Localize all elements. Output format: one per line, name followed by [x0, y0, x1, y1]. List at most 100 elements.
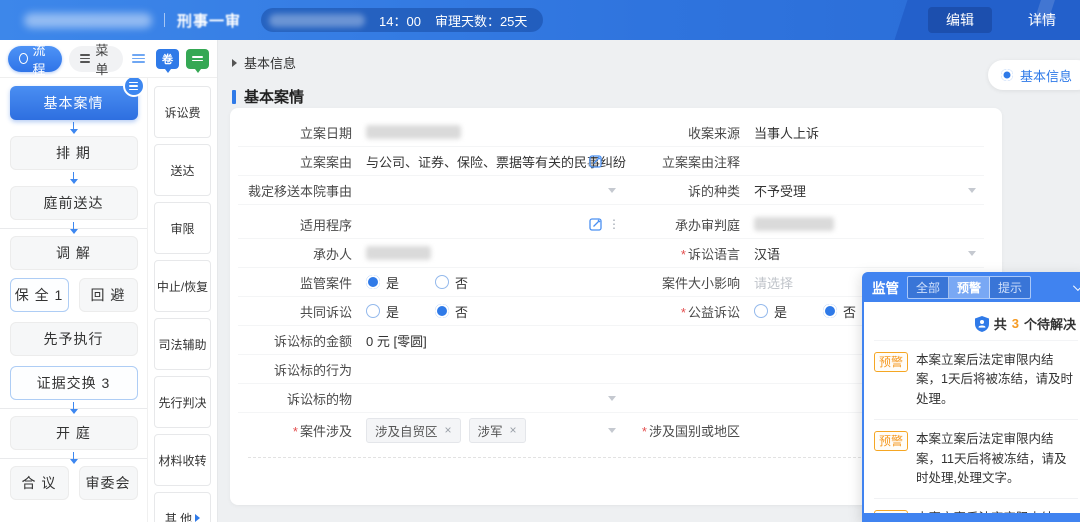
language-select[interactable]: 汉语 — [754, 244, 984, 263]
dropdown-caret-icon — [608, 428, 616, 433]
process-icon — [19, 53, 28, 64]
menu-item-suspend-resume[interactable]: 中止/恢复 — [154, 260, 211, 312]
form-row: 立案日期 收案来源 当事人上诉 — [238, 118, 984, 147]
trial-court-label: 承办审判庭 — [620, 215, 754, 234]
menu-item-material-transfer[interactable]: 材料收转 — [154, 434, 211, 486]
menu-item-other[interactable]: 其 他 — [154, 492, 211, 522]
radio-yes[interactable]: 是 — [366, 302, 399, 321]
country-region-label: *涉及国别或地区 — [620, 421, 754, 440]
filing-cause-value: 与公司、证券、保险、票据等有关的民事纠纷 — [366, 152, 626, 171]
dropdown-caret-icon — [608, 188, 616, 193]
tab-process-label: 流程 — [33, 40, 52, 78]
menu-item-trial-limit[interactable]: 审限 — [154, 202, 211, 254]
flow-node-basic-case[interactable]: 基本案情 — [10, 86, 138, 120]
hearing-time: 14：00 — [379, 11, 421, 30]
tag-military[interactable]: 涉军× — [469, 418, 526, 443]
case-source-label: 收案来源 — [620, 123, 754, 142]
section-header: 基本案情 — [232, 86, 1080, 107]
supervision-tabs: 全部 预警 提示 — [907, 276, 1031, 299]
tab-menu[interactable]: 菜单 — [69, 46, 123, 72]
language-label: *诉讼语言 — [620, 244, 754, 263]
workflow-icon[interactable] — [186, 49, 209, 69]
radio-yes[interactable]: 是 — [366, 273, 399, 292]
flow-node-evidence-exchange[interactable]: 证据交换 3 — [10, 366, 138, 400]
more-options-icon[interactable]: ⋮ — [608, 154, 620, 168]
tab-process[interactable]: 流程 — [8, 46, 62, 72]
menu-list-icon — [80, 54, 90, 63]
pill-redacted-text — [269, 14, 365, 27]
menu-item-delivery[interactable]: 送达 — [154, 144, 211, 196]
subject-amount-label: 诉讼标的金额 — [238, 331, 366, 350]
sidebar-header: 流程 菜单 卷 — [0, 40, 217, 78]
radio-selected-icon — [366, 275, 380, 289]
suit-type-select[interactable]: 不予受理 — [754, 181, 984, 200]
language-value: 汉语 — [754, 244, 780, 263]
flow-node-recusal[interactable]: 回 避 — [79, 278, 138, 312]
shield-icon — [975, 316, 989, 332]
required-mark: * — [642, 424, 647, 439]
edit-icon[interactable] — [589, 154, 603, 168]
menu-item-judicial-assist[interactable]: 司法辅助 — [154, 318, 211, 370]
tag-close-icon[interactable]: × — [510, 423, 517, 437]
tag-close-icon[interactable]: × — [445, 423, 452, 437]
filing-date-value-redacted — [366, 125, 461, 139]
flow-node-label: 审委会 — [86, 473, 131, 493]
tab-all[interactable]: 全部 — [908, 277, 949, 298]
menu-item-label: 中止/恢复 — [157, 278, 208, 295]
form-row: 立案案由 与公司、证券、保险、票据等有关的民事纠纷 ⋮ 立案案由注释 — [238, 147, 984, 176]
pending-count: 3 — [1012, 316, 1019, 331]
radio-yes[interactable]: 是 — [754, 302, 787, 321]
warning-alert[interactable]: 预警 本案立案后法定审限内结案，11天后将被冻结，请及时处理,处理文字。 — [874, 499, 1078, 513]
flow-node-scheduling[interactable]: 排 期 — [10, 136, 138, 170]
trial-status-pill: 14：00 审理天数：25天 — [261, 8, 543, 32]
flow-node-preservation[interactable]: 保 全 1 — [10, 278, 69, 312]
warning-alert[interactable]: 预警 本案立案后法定审限内结案，11天后将被冻结，请及时处理,处理文字。 — [874, 420, 1078, 499]
tab-warning[interactable]: 预警 — [949, 277, 990, 298]
flow-chart: 基本案情 排 期 庭前送达 调 解 保 全 1 回 避 先予执行 证据交换 3 — [0, 78, 148, 522]
menu-item-label: 先行判决 — [158, 394, 206, 411]
supervised-case-label: 监管案件 — [238, 273, 366, 292]
dropdown-caret-icon — [968, 188, 976, 193]
detail-button[interactable]: 详情 — [1028, 10, 1056, 30]
flow-node-mediation[interactable]: 调 解 — [10, 236, 138, 270]
warning-alert[interactable]: 预警 本案立案后法定审限内结案，1天后将被冻结，请及时处理。 — [874, 341, 1078, 420]
select-placeholder: 请选择 — [754, 273, 793, 292]
warning-text: 本案立案后法定审限内结案，1天后将被冻结，请及时处理。 — [916, 351, 1078, 409]
flow-node-label: 排 期 — [56, 143, 91, 163]
expand-arrow-icon — [195, 514, 200, 522]
edit-icon[interactable] — [589, 217, 603, 231]
tab-tip[interactable]: 提示 — [990, 277, 1030, 298]
warning-badge: 预警 — [874, 431, 908, 451]
flow-node-advance-execution[interactable]: 先予执行 — [10, 322, 138, 356]
flow-node-label: 保 全 1 — [15, 285, 64, 305]
case-file-icon[interactable]: 卷 — [156, 49, 179, 69]
anchor-basic-info[interactable]: 基本信息 — [988, 60, 1080, 90]
flow-node-judicial-committee[interactable]: 审委会 — [79, 466, 138, 500]
radio-no[interactable]: 否 — [435, 302, 468, 321]
edit-button[interactable]: 编辑 — [928, 7, 992, 33]
transfer-reason-label: 裁定移送本院事由 — [238, 181, 366, 200]
supervision-panel-footer — [862, 513, 1080, 522]
handler-label: 承办人 — [238, 244, 366, 263]
radio-no[interactable]: 否 — [435, 273, 468, 292]
case-involves-select[interactable]: 涉及自贸区× 涉军× — [366, 418, 620, 443]
flow-node-label: 证据交换 3 — [37, 373, 111, 393]
flow-node-collegiate[interactable]: 合 议 — [10, 466, 69, 500]
radio-no[interactable]: 否 — [823, 302, 856, 321]
form-row: 承办人 *诉讼语言 汉语 — [238, 239, 984, 268]
subject-matter-label: 诉讼标的物 — [238, 389, 366, 408]
tag-free-trade-zone[interactable]: 涉及自贸区× — [366, 418, 461, 443]
breadcrumb-arrow-icon — [232, 59, 237, 67]
flow-node-pretrial-delivery[interactable]: 庭前送达 — [10, 186, 138, 220]
joint-litigation-label: 共同诉讼 — [238, 302, 366, 321]
more-options-icon[interactable]: ⋮ — [608, 217, 620, 231]
suit-type-value: 不予受理 — [754, 181, 806, 200]
flow-node-court-session[interactable]: 开 庭 — [10, 416, 138, 450]
collapse-toggle-icon[interactable] — [132, 54, 145, 63]
trial-days: 审理天数：25天 — [435, 11, 527, 30]
menu-item-litigation-fee[interactable]: 诉讼费 — [154, 86, 211, 138]
flow-node-menu-badge[interactable] — [123, 78, 145, 97]
case-type-title: 刑事一审 — [177, 10, 241, 31]
menu-item-advance-judgment[interactable]: 先行判决 — [154, 376, 211, 428]
chevron-down-icon[interactable] — [1073, 281, 1080, 291]
